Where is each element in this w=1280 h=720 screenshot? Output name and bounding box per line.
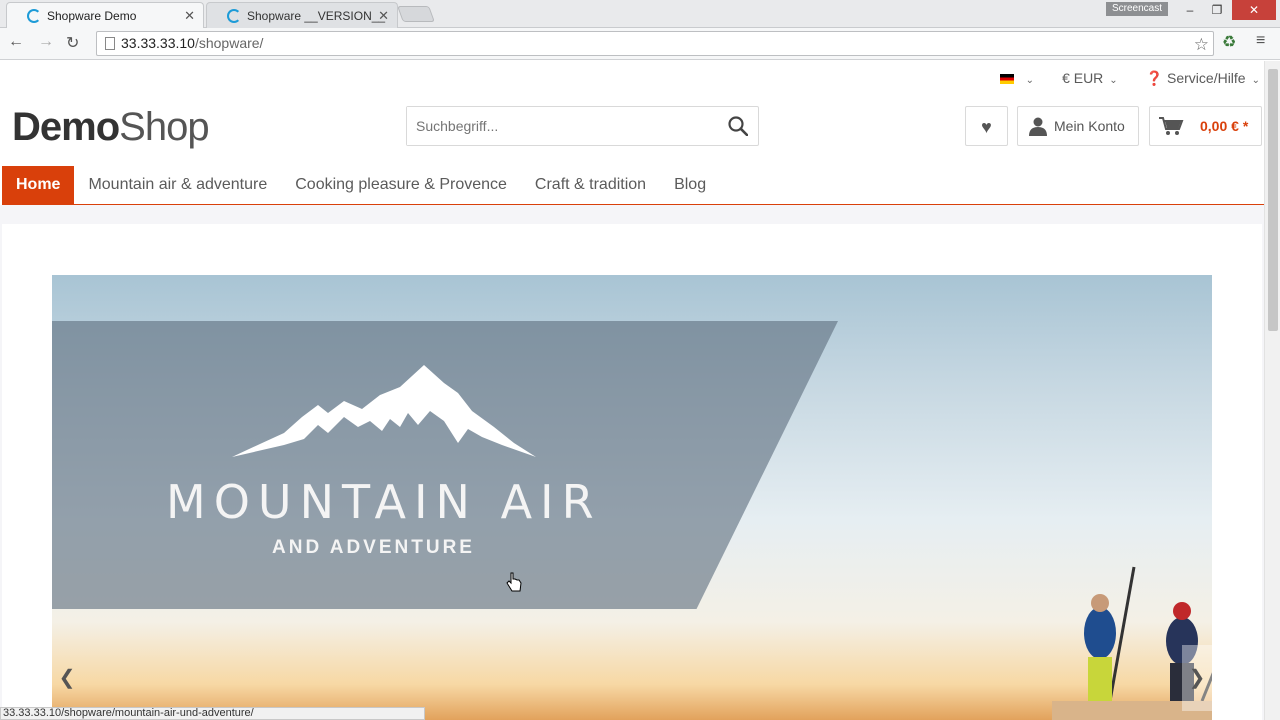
hand-cursor-icon — [506, 572, 522, 592]
search-input[interactable] — [407, 107, 707, 145]
currency-label: € EUR — [1062, 70, 1104, 86]
browser-menu-icon[interactable]: ≡ — [1256, 32, 1265, 50]
shopware-favicon-icon — [27, 8, 41, 23]
cart-icon — [1159, 117, 1184, 135]
heart-icon: ♥ — [981, 117, 992, 137]
chevron-down-icon: ⌄ — [1109, 75, 1118, 86]
chevron-down-icon: ⌄ — [1025, 75, 1035, 86]
logo-bold: Demo — [12, 105, 120, 149]
wishlist-button[interactable]: ♥ — [965, 106, 1008, 146]
shop-logo[interactable]: DemoShop — [12, 105, 210, 150]
status-bar-url: 33.33.33.10/shopware/mountain-air-und-ad… — [0, 707, 425, 720]
screencast-badge: Screencast — [1106, 2, 1168, 16]
minimize-button[interactable]: – — [1180, 0, 1200, 20]
nav-item-craft-tradition[interactable]: Craft & tradition — [521, 166, 660, 204]
search-box — [406, 106, 759, 146]
tab-title: Shopware __VERSION__ — [247, 8, 386, 23]
service-label: Service/Hilfe — [1167, 69, 1246, 86]
page-icon — [105, 37, 115, 50]
question-icon: ❓ — [1145, 69, 1164, 86]
cart-total: 0,00 € * — [1200, 118, 1249, 134]
shop-topbar: ⌄ € EUR ⌄ ❓ Service/Hilfe ⌄ — [999, 68, 1264, 88]
tab-title: Shopware Demo — [47, 8, 137, 23]
cart-button[interactable]: 0,00 € * — [1149, 106, 1262, 146]
restore-button[interactable]: ❐ — [1206, 0, 1228, 20]
hero-slider[interactable]: MOUNTAIN AIR AND ADVENTURE ❮ ❯ — [52, 275, 1212, 720]
browser-toolbar: ← → ↻ 33.33.33.10/shopware/ ☆ ♻ ≡ — [0, 28, 1280, 60]
logo-light: Shop — [119, 105, 209, 149]
reload-icon[interactable]: ↻ — [66, 33, 79, 53]
close-tab-icon[interactable]: ✕ — [184, 8, 195, 24]
page-viewport: ⌄ € EUR ⌄ ❓ Service/Hilfe ⌄ DemoShop ♥ Mei… — [0, 61, 1264, 720]
tab-shopware-demo[interactable]: Shopware Demo ✕ — [6, 2, 204, 28]
account-label: Mein Konto — [1054, 118, 1125, 134]
language-switcher[interactable]: ⌄ — [999, 70, 1035, 86]
nav-item-mountain-air[interactable]: Mountain air & adventure — [74, 166, 281, 204]
nav-item-blog[interactable]: Blog — [660, 166, 720, 204]
forward-arrow-icon[interactable]: → — [38, 33, 54, 51]
service-menu[interactable]: ❓ Service/Hilfe ⌄ — [1146, 70, 1260, 87]
nav-item-cooking-pleasure[interactable]: Cooking pleasure & Provence — [281, 166, 521, 204]
nav-item-home[interactable]: Home — [2, 166, 75, 204]
new-tab-button[interactable] — [397, 6, 435, 22]
page-scrollbar[interactable] — [1264, 61, 1280, 720]
scrollbar-thumb[interactable] — [1268, 69, 1278, 331]
address-bar[interactable]: 33.33.33.10/shopware/ ☆ — [96, 31, 1214, 56]
back-arrow-icon[interactable]: ← — [8, 33, 24, 51]
close-tab-icon[interactable]: ✕ — [378, 8, 389, 24]
account-button[interactable]: Mein Konto — [1017, 106, 1139, 146]
chevron-left-icon: ❮ — [58, 667, 76, 689]
slider-prev-button[interactable]: ❮ — [52, 645, 82, 711]
main-navigation: Home Mountain air & adventure Cooking pl… — [2, 166, 1264, 205]
currency-switcher[interactable]: € EUR ⌄ — [1062, 70, 1118, 86]
search-icon[interactable] — [728, 116, 748, 136]
url-host: 33.33.33.10 — [121, 35, 195, 51]
chevron-down-icon: ⌄ — [1251, 74, 1260, 86]
tab-shopware-version[interactable]: Shopware __VERSION__ ✕ — [206, 2, 398, 28]
recycle-extension-icon[interactable]: ♻ — [1222, 32, 1236, 52]
hero-title: MOUNTAIN AIR — [166, 475, 602, 529]
bookmark-star-icon[interactable]: ☆ — [1194, 33, 1209, 56]
browser-titlebar: Shopware Demo ✕ Shopware __VERSION__ ✕ S… — [0, 0, 1280, 28]
url-path: /shopware/ — [194, 35, 264, 51]
user-icon — [1029, 117, 1047, 136]
flag-de-icon — [999, 74, 1014, 85]
window-close-button[interactable]: ✕ — [1232, 0, 1276, 20]
hero-subtitle: AND ADVENTURE — [272, 537, 475, 558]
chevron-right-icon: ❯ — [1188, 667, 1206, 689]
shopware-favicon-icon — [227, 8, 241, 23]
slider-next-button[interactable]: ❯ — [1182, 645, 1212, 711]
mountain-logo-icon — [232, 365, 536, 457]
